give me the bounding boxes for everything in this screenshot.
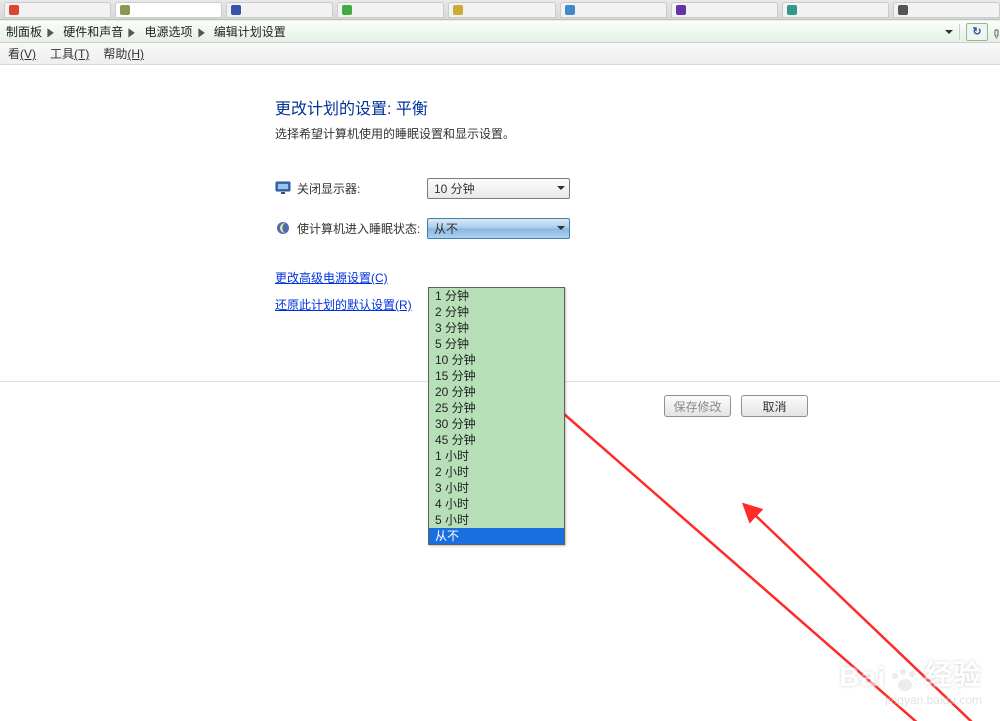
crumb-label: 电源选项: [145, 23, 193, 40]
crumb-label: 制面板: [6, 23, 42, 40]
monitor-icon: [275, 180, 291, 196]
link-restore-defaults[interactable]: 还原此计划的默认设置(R): [275, 298, 412, 312]
dropdown-option[interactable]: 15 分钟: [429, 368, 564, 384]
browser-tab[interactable]: [4, 2, 111, 18]
menu-view[interactable]: 看(V): [2, 43, 42, 64]
save-button[interactable]: 保存修改: [664, 395, 731, 417]
dropdown-option[interactable]: 5 分钟: [429, 336, 564, 352]
refresh-button[interactable]: ↻: [966, 23, 988, 41]
paw-icon: [892, 669, 918, 693]
crumb-hardware-sound[interactable]: 硬件和声音 ▶: [61, 22, 138, 41]
moon-icon: [275, 220, 291, 236]
dropdown-option[interactable]: 2 小时: [429, 464, 564, 480]
browser-tab[interactable]: [782, 2, 889, 18]
content-area: 更改计划的设置: 平衡 选择希望计算机使用的睡眠设置和显示设置。 关闭显示器: …: [0, 65, 1000, 313]
select-value: 从不: [434, 220, 458, 237]
select-value: 10 分钟: [434, 180, 475, 197]
chevron-right-icon: ▶: [198, 25, 204, 39]
display-off-select[interactable]: 10 分钟: [427, 178, 570, 199]
chevron-down-icon: [553, 179, 569, 198]
breadcrumb: 制面板 ▶ 硬件和声音 ▶ 电源选项 ▶ 编辑计划设置: [4, 22, 288, 41]
browser-tab[interactable]: [115, 2, 222, 18]
dropdown-option[interactable]: 2 分钟: [429, 304, 564, 320]
crumb-label: 编辑计划设置: [214, 23, 286, 40]
chevron-down-icon: [553, 219, 569, 238]
pencil-icon[interactable]: ✎: [988, 25, 1000, 38]
browser-tabstrip: [0, 0, 1000, 20]
page-title: 更改计划的设置: 平衡: [275, 95, 835, 119]
browser-tab[interactable]: [671, 2, 778, 18]
sleep-dropdown-list[interactable]: 1 分钟2 分钟3 分钟5 分钟10 分钟15 分钟20 分钟25 分钟30 分…: [428, 287, 565, 545]
menu-bar: 看(V) 工具(T) 帮助(H): [0, 43, 1000, 65]
watermark: Bai 经验 jingyan.baidu.com: [839, 653, 982, 707]
chevron-right-icon: ▶: [47, 25, 53, 39]
browser-tab[interactable]: [448, 2, 555, 18]
dropdown-option[interactable]: 5 小时: [429, 512, 564, 528]
dropdown-option[interactable]: 25 分钟: [429, 400, 564, 416]
setting-display-off: 关闭显示器: 10 分钟: [275, 177, 835, 199]
dropdown-option[interactable]: 1 分钟: [429, 288, 564, 304]
menu-help[interactable]: 帮助(H): [97, 43, 150, 64]
crumb-control-panel[interactable]: 制面板 ▶: [4, 22, 57, 41]
dropdown-option[interactable]: 20 分钟: [429, 384, 564, 400]
cancel-button[interactable]: 取消: [741, 395, 808, 417]
dropdown-option[interactable]: 3 分钟: [429, 320, 564, 336]
setting-sleep: 使计算机进入睡眠状态: 从不: [275, 217, 835, 239]
browser-tab[interactable]: [893, 2, 1000, 18]
dropdown-option[interactable]: 4 小时: [429, 496, 564, 512]
menu-tools[interactable]: 工具(T): [44, 43, 95, 64]
link-advanced-power-settings[interactable]: 更改高级电源设置(C): [275, 271, 388, 285]
sleep-select[interactable]: 从不: [427, 218, 570, 239]
dropdown-option[interactable]: 10 分钟: [429, 352, 564, 368]
dropdown-option[interactable]: 3 小时: [429, 480, 564, 496]
browser-tab[interactable]: [560, 2, 667, 18]
display-off-label: 关闭显示器:: [297, 180, 427, 197]
crumb-power-options[interactable]: 电源选项 ▶: [143, 22, 208, 41]
crumb-edit-plan-settings[interactable]: 编辑计划设置: [212, 22, 288, 41]
address-bar: 制面板 ▶ 硬件和声音 ▶ 电源选项 ▶ 编辑计划设置 ↻ ✎: [0, 20, 1000, 43]
page-subtitle: 选择希望计算机使用的睡眠设置和显示设置。: [275, 125, 835, 142]
chevron-down-icon[interactable]: [945, 30, 953, 34]
crumb-label: 硬件和声音: [63, 23, 123, 40]
dropdown-option[interactable]: 从不: [429, 528, 564, 544]
sleep-label: 使计算机进入睡眠状态:: [297, 220, 427, 237]
browser-tab[interactable]: [226, 2, 333, 18]
dropdown-option[interactable]: 45 分钟: [429, 432, 564, 448]
chevron-right-icon: ▶: [129, 25, 135, 39]
refresh-icon: ↻: [972, 25, 981, 38]
dropdown-option[interactable]: 30 分钟: [429, 416, 564, 432]
dropdown-option[interactable]: 1 小时: [429, 448, 564, 464]
browser-tab[interactable]: [337, 2, 444, 18]
